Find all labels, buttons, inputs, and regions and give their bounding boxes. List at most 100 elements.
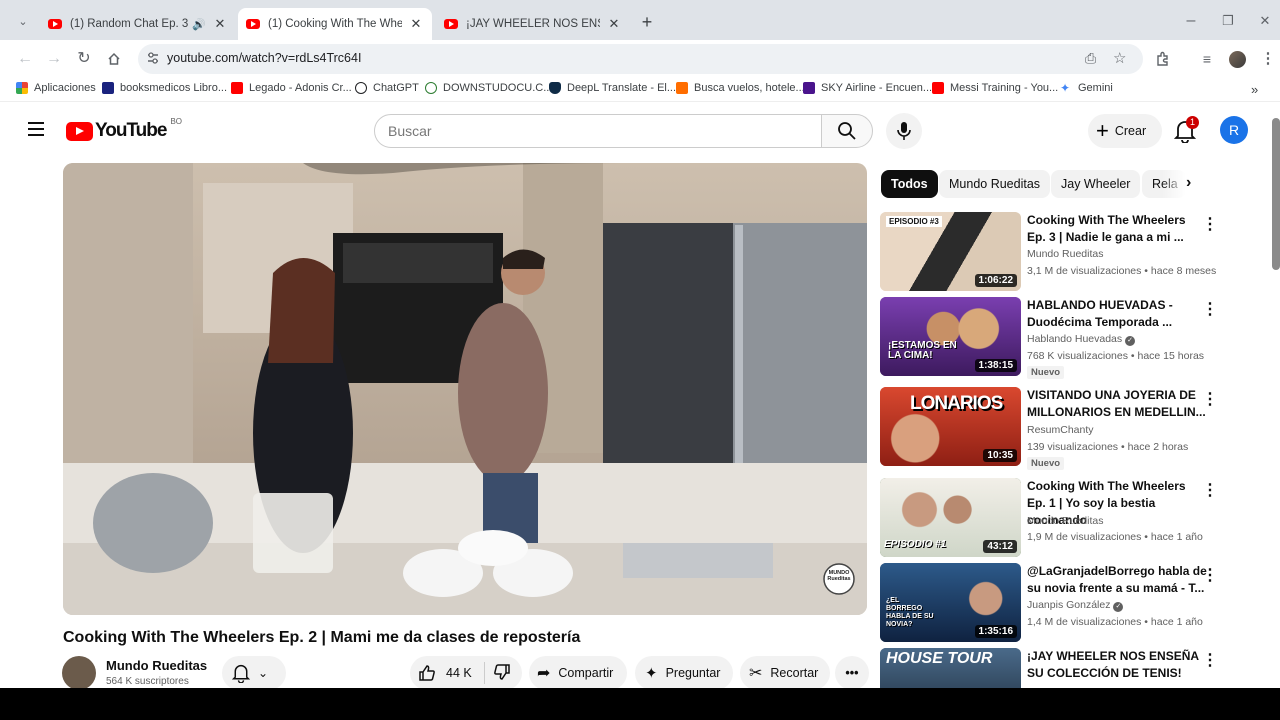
- bookmark-downstudocu[interactable]: DOWNSTUDOCU.C...: [425, 82, 552, 94]
- subscription-bell-button[interactable]: ⌄: [222, 656, 286, 688]
- like-button[interactable]: 44 K: [418, 664, 472, 682]
- more-actions-button[interactable]: •••: [835, 656, 869, 688]
- microphone-icon: [897, 122, 911, 140]
- bookmark-apps[interactable]: Aplicaciones: [16, 82, 96, 94]
- thumbnail-text: EPISODIO #3: [886, 216, 942, 227]
- recommendation-item[interactable]: HOUSE TOUR ¡JAY WHEELER NOS ENSEÑA SU CO…: [880, 648, 1220, 688]
- share-button[interactable]: ➦ Compartir: [529, 656, 627, 688]
- more-options-icon[interactable]: ⋮: [1202, 565, 1218, 585]
- search-input[interactable]: [375, 115, 821, 147]
- video-thumbnail[interactable]: LONARIOS 10:35: [880, 387, 1021, 466]
- tab-close-icon[interactable]: ✕: [606, 16, 622, 32]
- more-options-icon[interactable]: ⋮: [1202, 650, 1218, 670]
- video-thumbnail[interactable]: EPISODIO #3 1:06:22: [880, 212, 1021, 291]
- install-app-icon[interactable]: ⎙: [1085, 50, 1096, 67]
- bell-icon: [232, 664, 250, 683]
- youtube-logo[interactable]: YouTube BO: [66, 117, 182, 142]
- recommendation-item[interactable]: ¿EL BORREGO HABLA DE SU NOVIA? 1:35:16 @…: [880, 563, 1220, 643]
- video-player[interactable]: MUNDO Rueditas: [63, 163, 867, 615]
- video-thumbnail[interactable]: ¡ESTAMOS EN LA CIMA! 1:38:15: [880, 297, 1021, 376]
- chevron-down-icon: ⌄: [258, 666, 269, 680]
- forward-icon[interactable]: →: [43, 48, 65, 70]
- new-tab-button[interactable]: +: [636, 11, 658, 33]
- channel-avatar[interactable]: [62, 656, 96, 688]
- home-icon[interactable]: [103, 48, 125, 70]
- voice-search-button[interactable]: [886, 113, 922, 149]
- recommendation-item[interactable]: EPISODIO #3 1:06:22 Cooking With The Whe…: [880, 212, 1220, 292]
- chip-all[interactable]: Todos: [881, 170, 938, 198]
- clip-button[interactable]: ✂ Recortar: [740, 656, 830, 688]
- share-icon: ➦: [537, 665, 551, 682]
- video-thumbnail[interactable]: HOUSE TOUR: [880, 648, 1021, 688]
- recommendation-title[interactable]: ¡JAY WHEELER NOS ENSEÑA SU COLECCIÓN DE …: [1027, 648, 1207, 682]
- recommendation-title[interactable]: @LaGranjadelBorrego habla de su novia fr…: [1027, 563, 1207, 597]
- recommendation-title[interactable]: VISITANDO UNA JOYERIA DE MILLONARIOS EN …: [1027, 387, 1207, 421]
- bookmark-gemini[interactable]: ✦ Gemini: [1060, 82, 1113, 94]
- minimize-icon[interactable]: –: [1180, 10, 1202, 32]
- chip-mundo-rueditas[interactable]: Mundo Rueditas: [939, 170, 1051, 198]
- site-info-icon[interactable]: [146, 51, 160, 70]
- restore-icon[interactable]: ❐: [1217, 10, 1239, 32]
- user-avatar[interactable]: R: [1220, 116, 1248, 144]
- bookmark-chatgpt[interactable]: ChatGPT: [355, 82, 419, 94]
- chips-next-arrow-icon[interactable]: ›: [1186, 174, 1191, 192]
- recommendation-item[interactable]: ¡ESTAMOS EN LA CIMA! 1:38:15 HABLANDO HU…: [880, 297, 1220, 379]
- video-frame: [63, 163, 867, 615]
- extensions-icon[interactable]: [1152, 48, 1174, 70]
- profile-avatar[interactable]: [1229, 51, 1246, 68]
- recommendation-channel[interactable]: Mundo Rueditas: [1027, 515, 1103, 527]
- create-button[interactable]: + Crear: [1088, 114, 1162, 148]
- deepl-icon: [549, 82, 561, 94]
- speaker-icon[interactable]: 🔊: [192, 18, 206, 31]
- bookmark-label: Messi Training - You...: [950, 82, 1059, 94]
- close-window-icon[interactable]: ✕: [1254, 10, 1276, 32]
- tab-random-chat[interactable]: (1) Random Chat Ep. 3 | Hab 🔊 ✕: [40, 8, 236, 40]
- bookmark-legado[interactable]: Legado - Adonis Cr...: [231, 82, 352, 94]
- more-options-icon[interactable]: ⋮: [1202, 389, 1218, 409]
- bookmarks-overflow-icon[interactable]: »: [1251, 82, 1258, 97]
- search-button[interactable]: [821, 114, 873, 148]
- bookmark-messi[interactable]: Messi Training - You...: [932, 82, 1058, 94]
- channel-name[interactable]: Mundo Rueditas: [106, 658, 207, 673]
- browser-menu-icon[interactable]: ⋮: [1257, 48, 1279, 70]
- tab-cooking-wheelers[interactable]: (1) Cooking With The Wheelers ✕: [238, 8, 432, 40]
- chip-jay-wheeler[interactable]: Jay Wheeler: [1051, 170, 1141, 198]
- recommendation-title[interactable]: Cooking With The Wheelers Ep. 3 | Nadie …: [1027, 212, 1207, 246]
- recommendation-channel[interactable]: Hablando Huevadas ✓: [1027, 333, 1136, 346]
- notifications-button[interactable]: 1: [1173, 116, 1200, 148]
- page-scrollbar[interactable]: [1272, 118, 1280, 270]
- hamburger-menu-icon[interactable]: [28, 122, 44, 136]
- video-duration: 1:38:15: [974, 359, 1017, 372]
- share-label: Compartir: [558, 666, 614, 680]
- recommendation-channel[interactable]: Juanpis González ✓: [1027, 599, 1124, 612]
- tab-jay-wheeler[interactable]: ¡JAY WHEELER NOS ENSEÑA SU ✕: [436, 8, 630, 40]
- ask-button[interactable]: ✦ Preguntar: [635, 656, 733, 688]
- dislike-button[interactable]: [493, 663, 511, 684]
- video-thumbnail[interactable]: ¿EL BORREGO HABLA DE SU NOVIA? 1:35:16: [880, 563, 1021, 642]
- tab-search-icon[interactable]: ⌄: [12, 11, 34, 33]
- more-options-icon[interactable]: ⋮: [1202, 299, 1218, 319]
- back-icon[interactable]: ←: [14, 48, 36, 70]
- recommendation-title[interactable]: HABLANDO HUEVADAS - Duodécima Temporada …: [1027, 297, 1207, 331]
- recommendation-item[interactable]: EPISODIO #1 43:12 Cooking With The Wheel…: [880, 478, 1220, 558]
- video-thumbnail[interactable]: EPISODIO #1 43:12: [880, 478, 1021, 557]
- recommendation-item[interactable]: LONARIOS 10:35 VISITANDO UNA JOYERIA DE …: [880, 387, 1220, 470]
- media-controls-icon[interactable]: ≡: [1196, 48, 1218, 70]
- address-bar[interactable]: youtube.com/watch?v=rdLs4Trc64I ⎙ ☆: [138, 44, 1143, 74]
- bookmark-star-icon[interactable]: ☆: [1113, 49, 1126, 67]
- tab-close-icon[interactable]: ✕: [408, 16, 424, 32]
- tab-close-icon[interactable]: ✕: [212, 16, 228, 32]
- youtube-header: YouTube BO + Crear 1 R: [0, 103, 1280, 159]
- bookmark-sky-airline[interactable]: SKY Airline - Encuen...: [803, 82, 932, 94]
- recommendation-channel[interactable]: Mundo Rueditas: [1027, 248, 1103, 260]
- bookmark-kayak[interactable]: Busca vuelos, hotele...: [676, 82, 805, 94]
- more-options-icon[interactable]: ⋮: [1202, 214, 1218, 234]
- bookmark-booksmedicos[interactable]: booksmedicos Libro...: [102, 82, 227, 94]
- search-icon: [838, 122, 856, 140]
- more-options-icon[interactable]: ⋮: [1202, 480, 1218, 500]
- tab-title: (1) Random Chat Ep. 3 | Hab: [70, 18, 192, 30]
- bookmark-deepl[interactable]: DeepL Translate - El...: [549, 82, 676, 94]
- reload-icon[interactable]: ↻: [73, 48, 95, 70]
- search-box[interactable]: [374, 114, 822, 148]
- recommendation-channel[interactable]: ResumChanty: [1027, 424, 1094, 436]
